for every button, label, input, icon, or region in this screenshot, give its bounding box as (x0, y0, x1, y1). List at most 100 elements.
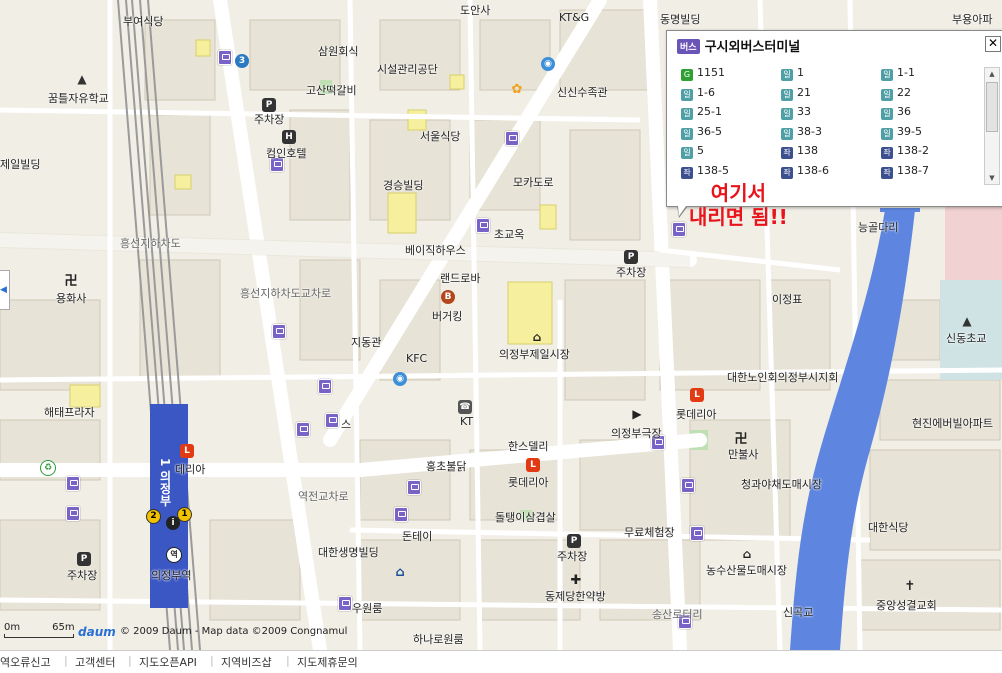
station-icon[interactable]: 역 (166, 547, 182, 563)
bus-stop-icon[interactable] (338, 596, 352, 611)
scale-zero: 0m (4, 622, 21, 633)
bus-stop-icon[interactable] (66, 506, 80, 521)
bus-route-item[interactable]: 일 36 (881, 105, 911, 120)
place-label: 주차장 (557, 550, 588, 563)
bus-stop-icon[interactable] (672, 222, 686, 237)
school-icon: ▲ (962, 314, 972, 328)
subway-line-label: 1 의정부 (158, 458, 172, 507)
bus-stop-icon[interactable] (690, 526, 704, 541)
route-number: 25-1 (697, 105, 722, 118)
place-label: 지동관 (351, 336, 382, 349)
panel-toggle-tab[interactable]: ◀ (0, 270, 10, 310)
scroll-thumb[interactable] (986, 82, 998, 132)
popup-title: 구시외버스터미널 (704, 40, 801, 55)
bus-route-item[interactable]: G 1151 (681, 66, 725, 81)
footer-link-partnership[interactable]: 지도제휴문의 (297, 654, 358, 670)
route-type-badge: 좌 (681, 166, 693, 179)
bus-route-item[interactable]: 좌 138 (781, 144, 818, 159)
place-label: 컴인호텔 (266, 147, 307, 160)
scroll-up-icon[interactable]: ▲ (985, 68, 999, 80)
route-number: 39-5 (897, 124, 922, 138)
place-label: 버거킹 (432, 310, 463, 323)
route-type-badge: 일 (781, 69, 793, 81)
footer-separator: | (64, 654, 68, 667)
footer-link-support[interactable]: 고객센터 (75, 654, 115, 670)
temple-icon: 卍 (64, 274, 78, 289)
footer-link-bizshop[interactable]: 지역비즈샵 (221, 654, 272, 670)
route-type-badge: 일 (781, 108, 793, 120)
map-canvas[interactable]: P P P P H L L L B ☎ ▲ ▲ 卍 卍 ✝ ⌂ ⌂ ◉ ◉ ✚ … (0, 0, 1002, 650)
route-number: 36-5 (697, 124, 722, 138)
route-number: 22 (897, 85, 911, 99)
scroll-down-icon[interactable]: ▼ (985, 172, 999, 184)
bus-stop-icon[interactable] (296, 422, 310, 437)
bus-stop-icon[interactable] (681, 478, 695, 493)
bus-route-item[interactable]: 좌 138-2 (881, 144, 929, 159)
bus-stop-icon[interactable] (66, 476, 80, 491)
route-type-badge: 일 (881, 69, 893, 81)
bus-route-item[interactable]: 일 21 (781, 86, 811, 101)
route-number: 38-3 (797, 124, 822, 138)
bus-stop-icon[interactable] (325, 413, 339, 428)
burger-king-icon: B (441, 290, 455, 304)
place-label: 대한생명빌딩 (318, 546, 379, 559)
bus-route-item[interactable]: 좌 138-7 (881, 164, 929, 179)
route-type-badge: 일 (881, 127, 893, 140)
bus-route-item[interactable]: 일 36-5 (681, 125, 722, 140)
place-label: 만불사 (728, 448, 759, 461)
close-icon[interactable]: ✕ (985, 36, 1001, 52)
chevron-left-icon: ◀ (0, 285, 7, 295)
route-type-badge: 좌 (781, 166, 793, 179)
bus-stop-icon[interactable] (218, 50, 232, 65)
lotteria-icon: L (690, 388, 704, 402)
bus-route-item[interactable]: 일 38-3 (781, 125, 822, 140)
bank-icon: ⌂ (395, 565, 405, 580)
place-label: 돈테이 (402, 530, 433, 543)
bus-route-item[interactable]: 일 39-5 (881, 125, 922, 140)
bus-stop-icon[interactable] (272, 324, 286, 339)
bus-stop-icon[interactable] (476, 218, 490, 233)
popup-pointer-inner (678, 206, 686, 216)
route-type-badge: 일 (881, 108, 893, 120)
place-label: 부여식당 (123, 15, 164, 28)
bus-route-item[interactable]: 일 1-6 (681, 86, 715, 101)
popup-header: 버스 구시외버스터미널 (677, 36, 800, 55)
bus-stop-icon[interactable] (407, 480, 421, 495)
route-type-badge: 일 (681, 108, 693, 120)
route-number: 138-5 (697, 163, 729, 177)
place-label: 도안사 (460, 4, 491, 17)
bus-route-item[interactable]: 일5 (681, 144, 704, 159)
route-number: 1151 (697, 66, 725, 79)
place-label: 해태프라자 (44, 406, 95, 419)
route-number: 21 (797, 85, 811, 99)
footer-link-api[interactable]: 지도오픈API (139, 654, 197, 670)
bus-route-item[interactable]: 좌 138-5 (681, 164, 729, 179)
place-label: 현진에버빌아파트 (912, 417, 993, 430)
parking-icon: P (77, 552, 91, 566)
bus-stop-icon[interactable] (318, 379, 332, 394)
place-label: KT (460, 415, 474, 428)
route-type-badge: 일 (681, 147, 693, 159)
place-label: 신신수족관 (557, 86, 608, 99)
bus-route-item[interactable]: 일 22 (881, 86, 911, 101)
bus-stop-icon[interactable] (394, 507, 408, 522)
popup-scrollbar[interactable]: ▲ ▼ (984, 67, 1000, 185)
bus-route-item[interactable]: 일 33 (781, 105, 811, 120)
footer-link-report[interactable]: 역오류신고 (0, 654, 51, 670)
parking-icon: P (262, 98, 276, 112)
route-number: 33 (797, 105, 811, 118)
route-type-badge: 일 (881, 88, 893, 101)
bus-route-item[interactable]: 일 1-1 (881, 66, 915, 81)
temple-icon: 卍 (734, 432, 748, 447)
place-label: 대한식당 (868, 521, 909, 534)
bus-route-item[interactable]: 일 25-1 (681, 105, 722, 120)
scale-label: 0m 65m (4, 622, 75, 633)
place-label: 청과야채도매시장 (741, 478, 822, 491)
bus-stop-icon[interactable] (505, 131, 519, 146)
route-number: 138 (797, 144, 818, 157)
bus-route-item[interactable]: 좌 138-6 (781, 164, 829, 179)
place-label: 삼원회식 (318, 45, 359, 58)
bus-route-item[interactable]: 일1 (781, 66, 804, 81)
parking-icon: P (567, 534, 581, 548)
phone-icon: ☎ (458, 400, 472, 414)
